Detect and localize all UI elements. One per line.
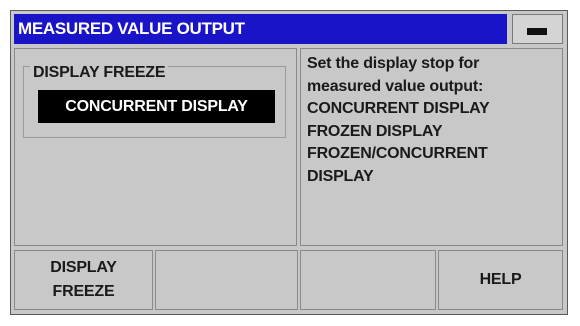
display-freeze-group: DISPLAY FREEZE CONCURRENT DISPLAY xyxy=(23,64,286,138)
help-line: FROZEN/CONCURRENT xyxy=(307,145,488,162)
help-line: CONCURRENT DISPLAY xyxy=(307,100,490,117)
softkey-blank-2[interactable] xyxy=(155,250,298,310)
softkey-help[interactable]: HELP xyxy=(438,250,563,310)
display-freeze-label: DISPLAY FREEZE xyxy=(30,64,169,82)
help-line: DISPLAY xyxy=(307,167,374,185)
softkey-label: DISPLAY xyxy=(50,259,117,276)
softkey-blank-3[interactable] xyxy=(300,250,436,310)
help-panel: Set the display stop for measured value … xyxy=(300,48,563,246)
softkey-label: HELP xyxy=(479,271,522,288)
softkey-display-freeze[interactable]: DISPLAY FREEZE xyxy=(14,250,153,310)
settings-panel: DISPLAY FREEZE CONCURRENT DISPLAY xyxy=(14,48,297,246)
softkey-row: DISPLAY FREEZE HELP xyxy=(14,250,563,310)
help-line: measured value output: xyxy=(307,77,484,95)
minus-bar-icon xyxy=(527,28,547,35)
help-line: FROZEN DISPLAY xyxy=(307,122,443,140)
softkey-label: FREEZE xyxy=(52,283,115,300)
measured-value-output-window: MEASURED VALUE OUTPUT DISPLAY FREEZE CON… xyxy=(10,10,568,315)
minimize-button[interactable] xyxy=(512,14,563,44)
display-freeze-value[interactable]: CONCURRENT DISPLAY xyxy=(38,90,275,123)
window-title: MEASURED VALUE OUTPUT xyxy=(14,14,507,44)
help-line: Set the display stop for xyxy=(307,55,480,72)
